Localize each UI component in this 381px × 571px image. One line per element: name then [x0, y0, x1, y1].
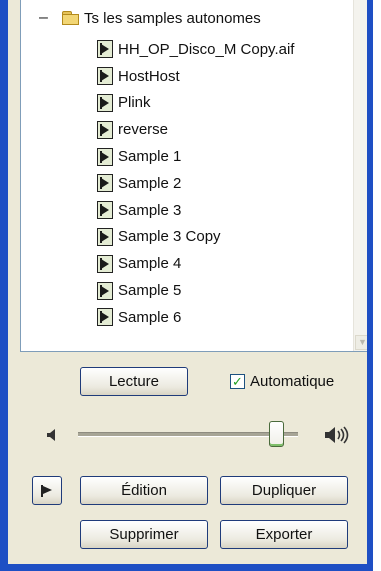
auto-play-checkbox[interactable]: ✓ [230, 374, 245, 389]
folder-icon [61, 10, 81, 26]
export-button[interactable]: Exporter [220, 520, 348, 549]
list-item[interactable]: reverse [97, 116, 294, 143]
sample-label: Sample 5 [118, 282, 182, 300]
sample-label: Sample 3 [118, 201, 182, 219]
sample-label: Sample 4 [118, 255, 182, 273]
sample-flag-icon [97, 120, 113, 139]
list-item[interactable]: HostHost [97, 63, 294, 90]
sample-flag-icon [97, 227, 113, 246]
outer-margin [373, 0, 381, 571]
sample-flag-icon [97, 281, 113, 300]
auto-play-label: Automatique [250, 373, 335, 390]
sample-label: Plink [118, 94, 151, 112]
sample-label: reverse [118, 121, 169, 139]
sample-label: Sample 3 Copy [118, 228, 221, 246]
delete-button[interactable]: Supprimer [80, 520, 208, 549]
tree-root-label: Ts les samples autonomes [84, 9, 261, 27]
samples-panel: – Ts les samples autonomes HH_OP_Disco_M… [8, 0, 372, 564]
sample-flag-icon [97, 67, 113, 86]
list-item[interactable]: Sample 4 [97, 250, 294, 277]
sample-label: Sample 2 [118, 174, 182, 192]
volume-slider-thumb[interactable] [268, 421, 284, 447]
sample-flag-icon [97, 174, 113, 193]
list-item[interactable]: Sample 5 [97, 277, 294, 304]
collapse-icon[interactable]: – [39, 10, 53, 26]
list-item[interactable]: Sample 1 [97, 143, 294, 170]
sample-flag-icon [97, 40, 113, 59]
tree-root-node[interactable]: – Ts les samples autonomes [39, 8, 261, 28]
list-item[interactable]: Sample 2 [97, 170, 294, 197]
flag-icon [41, 484, 52, 497]
sample-flag-icon [97, 93, 113, 112]
sample-label: HH_OP_Disco_M Copy.aif [118, 40, 295, 58]
samples-list: HH_OP_Disco_M Copy.aif HostHost Plink rever… [97, 36, 294, 331]
sample-flag-icon [97, 201, 113, 220]
sample-label: Sample 6 [118, 308, 182, 326]
volume-slider[interactable] [78, 432, 298, 437]
list-item[interactable]: Sample 3 [97, 197, 294, 224]
speaker-high-icon [325, 426, 349, 444]
list-item[interactable]: Plink [97, 90, 294, 117]
samples-tree[interactable]: – Ts les samples autonomes HH_OP_Disco_M… [20, 0, 372, 352]
list-item[interactable]: Sample 3 Copy [97, 224, 294, 251]
play-button[interactable]: Lecture [80, 367, 188, 396]
duplicate-button[interactable]: Dupliquer [220, 476, 348, 505]
list-item[interactable]: Sample 6 [97, 304, 294, 331]
window-frame-left [0, 0, 8, 571]
sample-flag-icon [97, 147, 113, 166]
list-item[interactable]: HH_OP_Disco_M Copy.aif [97, 36, 294, 63]
sample-flag-icon [97, 254, 113, 273]
edit-button[interactable]: Édition [80, 476, 208, 505]
window-frame-bottom [0, 564, 373, 571]
flag-button[interactable] [32, 476, 62, 505]
sample-label: Sample 1 [118, 148, 182, 166]
sample-label: HostHost [118, 67, 180, 85]
sample-flag-icon [97, 308, 113, 327]
speaker-low-icon [47, 429, 55, 441]
auto-play-toggle[interactable]: ✓ Automatique [230, 373, 334, 390]
